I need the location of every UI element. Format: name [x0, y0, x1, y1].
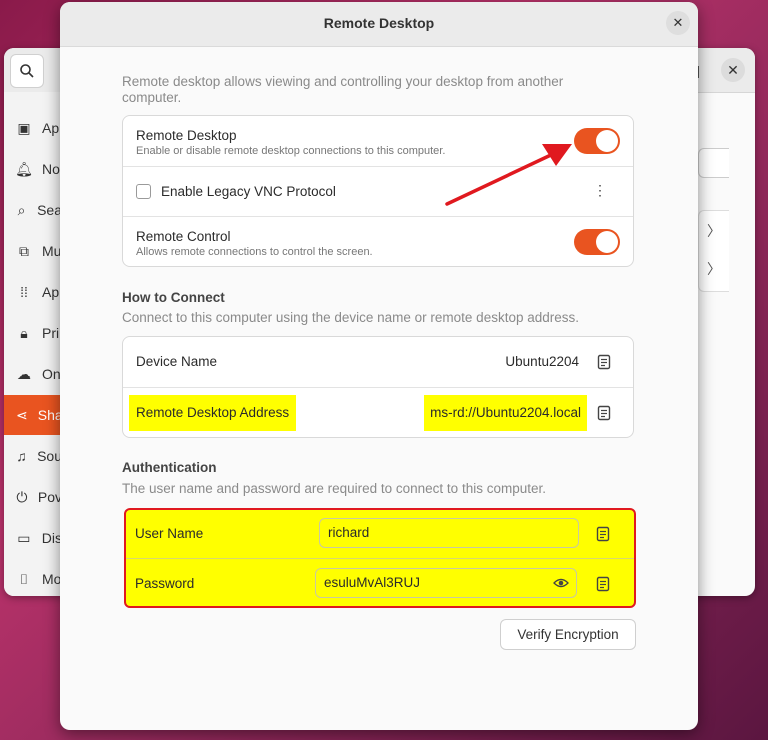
cloud-icon: ☁	[17, 365, 31, 382]
remote-desktop-address-row: Remote Desktop Address ms-rd://Ubuntu220…	[123, 387, 633, 437]
legacy-vnc-checkbox[interactable]	[136, 184, 151, 199]
sidebar-item-label: No	[42, 161, 60, 177]
sidebar-item-applications[interactable]: ⁞⁞ Ap	[4, 272, 62, 312]
sidebar-item-label: Ap	[42, 120, 60, 136]
remote-desktop-subtitle: Enable or disable remote desktop connect…	[136, 145, 446, 157]
power-icon: ⏻	[16, 488, 28, 505]
sidebar-item-notifications[interactable]: 🔔︎ No	[4, 149, 62, 189]
sidebar-item-online-accounts[interactable]: ☁ On	[4, 354, 62, 394]
remote-control-switch[interactable]	[574, 229, 620, 255]
sidebar-item-label: Dis	[41, 530, 62, 546]
copy-icon[interactable]	[597, 405, 611, 421]
authentication-description: The user name and password are required …	[122, 481, 546, 496]
password-input[interactable]: esuluMvAl3RUJ	[315, 568, 577, 598]
sidebar-item-power[interactable]: ⏻ Pov	[4, 477, 62, 517]
legacy-vnc-row: Enable Legacy VNC Protocol ⋮	[123, 166, 633, 216]
display-icon: ▭	[17, 529, 31, 546]
connection-info-card: Device Name Ubuntu2204 Remote Desktop Ad…	[122, 336, 634, 438]
username-input[interactable]: richard	[319, 518, 579, 548]
remote-desktop-title: Remote Desktop	[136, 128, 237, 143]
device-name-label: Device Name	[136, 354, 218, 369]
sidebar-item-search[interactable]: ⌕ Sea	[4, 190, 62, 230]
search-icon[interactable]	[10, 54, 44, 88]
settings-sidebar: ▣ Ap 🔔︎ No ⌕ Sea ⧉ Mu ⁞⁞ Ap 🔒︎ Pri ☁ On ⋖ Sha ♫ S…	[4, 92, 63, 596]
sidebar-item-label: Sou	[37, 448, 62, 464]
grid-icon: ⁞⁞	[20, 284, 28, 300]
sidebar-item-label: Sea	[37, 202, 62, 218]
close-icon[interactable]: ✕	[721, 58, 745, 82]
close-icon[interactable]: ✕	[666, 11, 690, 35]
multitasking-icon: ⧉	[19, 242, 29, 259]
remote-desktop-dialog: Remote Desktop ✕ Remote desktop allows v…	[60, 2, 698, 730]
remote-desktop-row: Remote Desktop Enable or disable remote …	[123, 116, 633, 166]
sidebar-item-label: Pov	[37, 489, 62, 505]
sidebar-item-label: On	[42, 366, 61, 382]
remote-control-subtitle: Allows remote connections to control the…	[136, 246, 373, 258]
sidebar-item-label: Sha	[37, 407, 63, 423]
dialog-description: Remote desktop allows viewing and contro…	[122, 74, 564, 105]
username-label: User Name	[135, 526, 204, 541]
remote-control-title: Remote Control	[136, 229, 231, 244]
dialog-title: Remote Desktop	[323, 15, 435, 31]
password-label: Password	[135, 576, 195, 591]
device-name-row: Device Name Ubuntu2204	[123, 337, 633, 387]
copy-icon[interactable]	[596, 576, 610, 592]
remote-desktop-address-value: ms-rd://Ubuntu2204.local	[424, 395, 587, 431]
authentication-card: User Name richard Password esuluMvAl3RUJ	[124, 508, 636, 608]
sidebar-item-sharing[interactable]: ⋖ Sha	[4, 395, 63, 435]
switch-knob	[596, 130, 618, 152]
sidebar-item-privacy[interactable]: 🔒︎ Pri	[4, 313, 62, 353]
verify-encryption-button[interactable]: Verify Encryption	[500, 619, 636, 650]
sidebar-item-displays[interactable]: ▭ Dis	[4, 518, 62, 558]
sidebar-item-label: Ap	[42, 284, 60, 300]
music-note-icon: ♫	[16, 448, 27, 464]
how-to-connect-heading: How to Connect	[122, 290, 225, 305]
device-name-value: Ubuntu2204	[505, 354, 579, 369]
how-to-connect-description: Connect to this computer using the devic…	[122, 310, 579, 325]
sidebar-item-label: Mo	[42, 571, 62, 587]
show-password-eye-icon[interactable]	[553, 576, 569, 590]
sidebar-item-apps[interactable]: ▣ Ap	[4, 108, 62, 148]
remote-desktop-toggles-card: Remote Desktop Enable or disable remote …	[122, 115, 634, 267]
chevron-right-icon: 〉	[707, 261, 721, 277]
username-row: User Name richard	[126, 510, 634, 558]
legacy-vnc-label: Enable Legacy VNC Protocol	[161, 184, 336, 199]
sidebar-item-multitasking[interactable]: ⧉ Mu	[4, 231, 62, 271]
background-list: 〉 〉	[698, 210, 729, 292]
remote-control-row: Remote Control Allows remote connections…	[123, 216, 633, 266]
sidebar-item-mouse[interactable]: ⌷ Mo	[4, 559, 62, 596]
switch-knob	[596, 231, 618, 253]
bell-icon: 🔔︎	[15, 160, 33, 177]
sidebar-item-label: Pri	[42, 325, 60, 341]
background-text-field	[698, 148, 729, 178]
share-icon: ⋖	[16, 406, 28, 423]
chevron-right-icon: 〉	[707, 223, 721, 239]
remote-desktop-address-label: Remote Desktop Address	[129, 395, 297, 431]
search-icon: ⌕	[17, 201, 26, 218]
apps-icon: ▣	[17, 119, 31, 136]
sidebar-item-label: Mu	[42, 243, 62, 259]
authentication-heading: Authentication	[122, 460, 217, 475]
sidebar-item-sound[interactable]: ♫ Sou	[4, 436, 62, 476]
lock-icon: 🔒︎	[20, 324, 28, 341]
copy-icon[interactable]	[596, 526, 610, 542]
dialog-headerbar: Remote Desktop ✕	[60, 2, 698, 47]
mouse-icon: ⌷	[19, 570, 29, 587]
copy-icon[interactable]	[597, 354, 611, 370]
more-options-icon[interactable]: ⋮	[593, 182, 607, 199]
remote-desktop-switch[interactable]	[574, 128, 620, 154]
password-row: Password esuluMvAl3RUJ	[126, 558, 634, 606]
